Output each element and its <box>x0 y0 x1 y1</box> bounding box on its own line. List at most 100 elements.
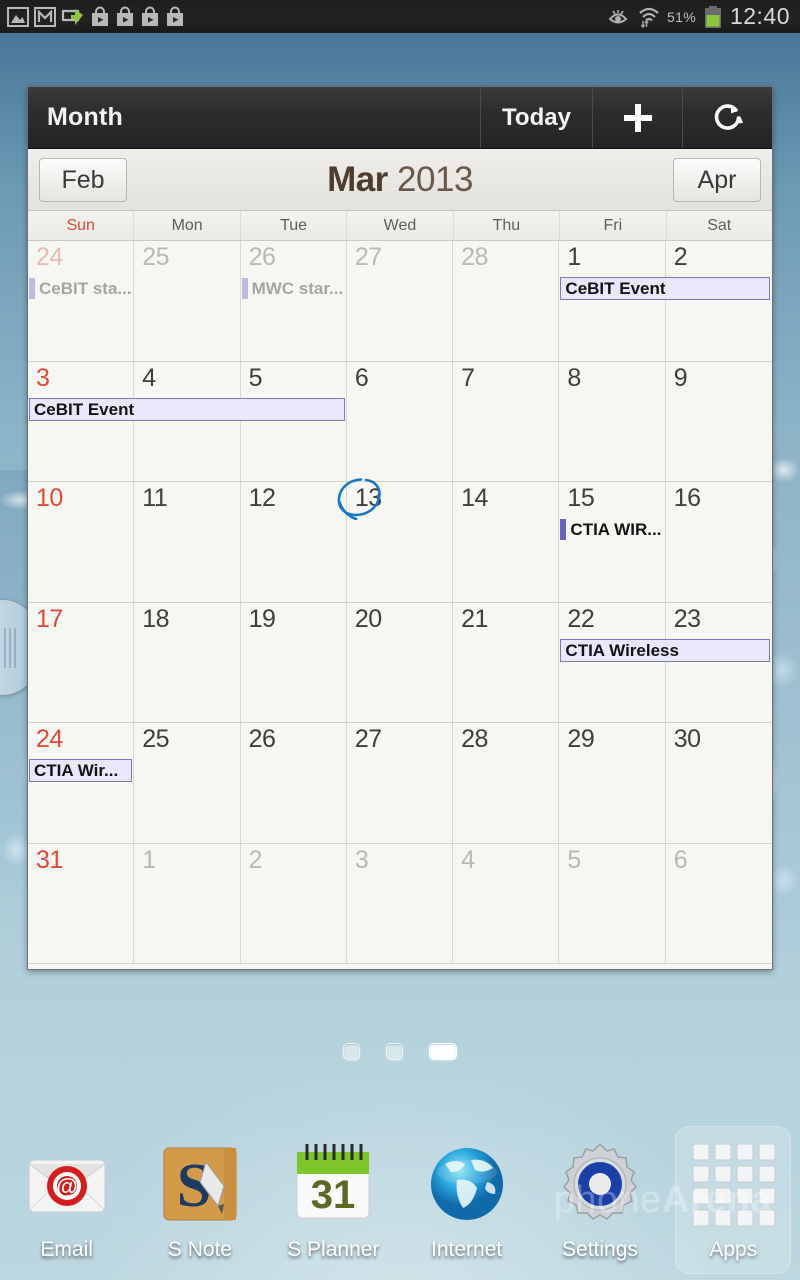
dock-item-s-planner[interactable]: 31 S Planner <box>267 1128 400 1262</box>
event-color-bar <box>29 278 35 299</box>
day-cell[interactable]: 5 <box>559 843 666 963</box>
page-dot[interactable] <box>429 1042 457 1060</box>
day-cell[interactable]: 1 <box>559 241 666 361</box>
dock-item-email[interactable]: @ Email <box>0 1128 133 1262</box>
day-number: 9 <box>673 363 688 392</box>
day-cell[interactable]: 26 <box>241 241 347 361</box>
next-month-button[interactable]: Apr <box>673 158 761 202</box>
play-store-icon <box>142 6 158 26</box>
day-cell[interactable]: 27 <box>347 723 454 843</box>
calendar-event[interactable]: CTIA WIR... <box>560 518 663 541</box>
day-number: 22 <box>567 604 595 633</box>
image-icon <box>7 6 29 27</box>
home-page-indicator <box>0 1040 800 1062</box>
day-cell[interactable]: 16 <box>666 482 772 602</box>
calendar-event[interactable]: CTIA Wir... <box>29 759 133 782</box>
status-bar-system-icons: 51% 12:40 <box>607 3 800 30</box>
calendar-event[interactable]: CTIA Wireless <box>560 638 770 662</box>
day-number: 19 <box>248 604 276 633</box>
dock-label-s-planner: S Planner <box>287 1238 380 1261</box>
day-cell[interactable]: 4 <box>134 361 241 481</box>
weekday-label-sun: Sun <box>28 211 135 240</box>
day-cell[interactable]: 27 <box>347 241 454 361</box>
day-cell[interactable]: 3 <box>347 843 454 963</box>
calendar-event[interactable]: CeBIT Event <box>560 277 770 300</box>
day-number: 28 <box>461 725 488 753</box>
day-cell[interactable]: 29 <box>559 723 666 843</box>
s-planner-month-widget[interactable]: Month Today Feb Mar 2013 Apr Sun Mon Tue We… <box>27 86 773 970</box>
day-cell[interactable]: 19 <box>241 602 347 722</box>
dock-item-settings[interactable]: Settings <box>533 1128 666 1262</box>
day-cell[interactable]: 2 <box>666 241 772 361</box>
day-cell[interactable]: 3 <box>28 361 135 481</box>
calendar-view-label[interactable]: Month <box>28 87 480 148</box>
calendar-event[interactable]: CeBIT Event <box>29 397 345 421</box>
day-cell[interactable]: 11 <box>134 482 241 602</box>
day-cell[interactable]: 24 <box>28 723 135 843</box>
calendar-event[interactable]: MWC star... <box>241 277 345 300</box>
day-cell[interactable]: 1 <box>134 843 241 963</box>
dock-item-s-note[interactable]: S S Note <box>133 1128 266 1262</box>
day-cell[interactable]: 25 <box>134 723 241 843</box>
day-cell[interactable]: 20 <box>347 602 454 722</box>
day-cell[interactable]: 28 <box>453 241 560 361</box>
day-cell[interactable]: 5 <box>241 361 347 481</box>
wifi-icon <box>639 7 659 28</box>
day-cell[interactable]: 31 <box>28 843 135 963</box>
day-number: 20 <box>354 604 382 633</box>
day-cell[interactable]: 10 <box>28 482 135 602</box>
day-cell[interactable]: 30 <box>666 723 772 843</box>
day-number: 24 <box>36 243 63 271</box>
email-envelope-icon: @ <box>21 1138 113 1230</box>
day-cell[interactable]: 9 <box>666 362 772 482</box>
day-cell[interactable]: 6 <box>666 844 772 964</box>
day-cell[interactable]: 26 <box>241 723 347 843</box>
weekday-label-mon: Mon <box>134 211 241 240</box>
month-grid[interactable]: 24 25 26 27 28 1 2 3 4 5 6 7 8 9 10 11 12 13 14 15 16 17 18 19 2… <box>28 241 772 969</box>
day-cell[interactable]: 13 <box>347 482 454 602</box>
day-number: 1 <box>567 243 581 271</box>
play-store-icon <box>117 6 133 26</box>
day-cell[interactable]: 24 <box>28 241 135 361</box>
day-cell[interactable]: 2 <box>241 843 347 963</box>
day-cell[interactable]: 6 <box>347 361 454 481</box>
day-number: 3 <box>36 363 50 392</box>
day-cell[interactable]: 15 <box>559 482 666 602</box>
day-cell[interactable]: 14 <box>453 482 560 602</box>
calendar-event[interactable]: CeBIT sta... <box>29 277 132 300</box>
day-cell[interactable]: 18 <box>134 602 241 722</box>
previous-month-button[interactable]: Feb <box>39 158 127 202</box>
day-cell[interactable]: 7 <box>453 361 560 481</box>
day-number: 24 <box>36 725 63 753</box>
day-number: 13 <box>354 484 382 512</box>
day-number: 6 <box>673 845 688 874</box>
day-cell[interactable]: 21 <box>453 602 560 722</box>
day-number: 8 <box>567 363 581 392</box>
dock-item-apps[interactable]: Apps <box>667 1126 800 1274</box>
day-cell[interactable]: 4 <box>453 843 560 963</box>
day-number: 26 <box>248 725 276 753</box>
refresh-button[interactable] <box>682 87 772 148</box>
battery-percent-label: 51% <box>667 8 696 25</box>
status-bar[interactable]: 51% 12:40 <box>0 0 800 33</box>
svg-text:@: @ <box>56 1174 77 1199</box>
dock-item-internet[interactable]: Internet <box>400 1128 533 1262</box>
day-cell[interactable]: 28 <box>453 723 560 843</box>
page-dot[interactable] <box>343 1042 360 1060</box>
day-number: 27 <box>354 725 382 753</box>
today-button[interactable]: Today <box>480 87 592 148</box>
s-planner-calendar-icon: 31 <box>287 1138 379 1230</box>
day-cell[interactable]: 22 <box>559 602 666 722</box>
dock-label-s-note: S Note <box>167 1238 233 1261</box>
day-cell[interactable]: 17 <box>28 602 135 722</box>
day-cell[interactable]: 12 <box>241 482 347 602</box>
add-event-button[interactable] <box>592 87 682 148</box>
day-number: 18 <box>142 604 170 633</box>
day-cell[interactable]: 25 <box>134 241 241 361</box>
page-dot[interactable] <box>386 1042 403 1060</box>
event-color-bar <box>560 519 567 540</box>
refresh-icon <box>714 103 743 130</box>
weekday-label-sat: Sat <box>707 217 732 234</box>
day-cell[interactable]: 23 <box>666 603 772 723</box>
day-cell[interactable]: 8 <box>559 361 666 481</box>
